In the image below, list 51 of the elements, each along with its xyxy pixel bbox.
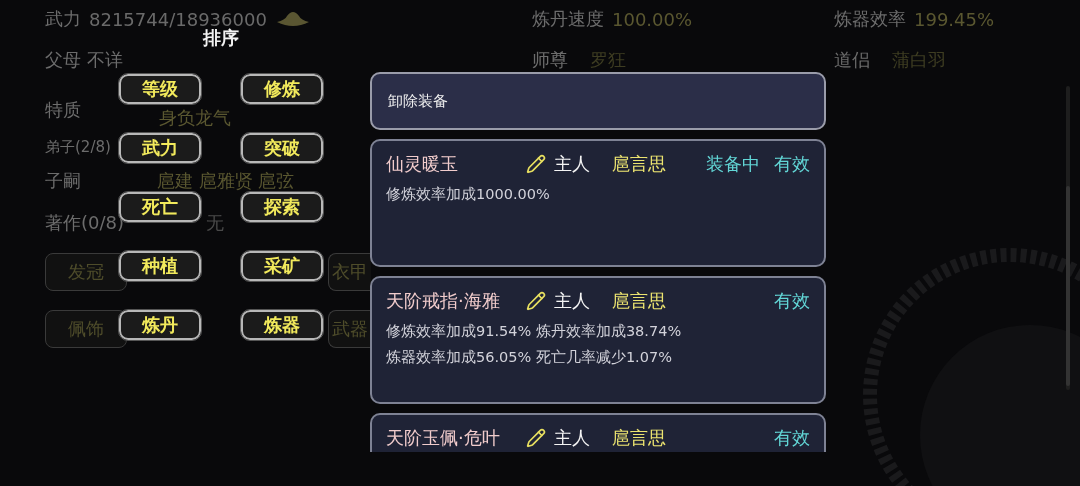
sort-button[interactable]: 探索 — [241, 192, 323, 222]
relation-label: 师尊 — [532, 48, 568, 72]
owner-label: 主人 — [554, 152, 591, 176]
equipment-card[interactable]: 天阶玉佩·危叶 主人 扈言思 有效 — [370, 413, 826, 452]
relation-label: 父母 — [45, 48, 81, 72]
equipment-card[interactable]: 天阶戒指·海雅 主人 扈言思 有效 修炼效率加成91.54% 炼丹效率加成38.74% 炼器效率加成56.05% 死亡几率减少1.07% — [370, 276, 826, 404]
effect-text: 炼器效率加成56.05% 死亡几率减少1.07% — [386, 348, 673, 367]
stat-label: 炼器效率 — [834, 7, 906, 31]
disciples-label: 弟子(2/8) — [45, 137, 111, 157]
sort-button[interactable]: 种植 — [119, 251, 201, 281]
pencil-icon[interactable] — [526, 428, 546, 448]
unequip-header[interactable]: 卸除装备 — [370, 72, 826, 130]
heirs-value: 扈建 扈雅贤 扈弦 — [157, 169, 295, 193]
scrollbar[interactable] — [1066, 86, 1070, 390]
item-name: 天阶戒指·海雅 — [386, 289, 501, 313]
relation-value: 不详 — [87, 48, 123, 72]
stat-value: 199.45% — [914, 8, 995, 30]
stat-value: 100.00% — [612, 8, 693, 30]
equipment-card[interactable]: 仙灵暖玉 主人 扈言思 装备中 有效 修炼效率加成1000.00% — [370, 139, 826, 267]
stat-value: 8215744/18936000 — [89, 8, 267, 30]
owner-label: 主人 — [554, 289, 591, 313]
sort-button[interactable]: 炼丹 — [119, 310, 201, 340]
owner-label: 主人 — [554, 426, 591, 450]
stat-label: 武力 — [45, 7, 81, 31]
owner-name: 扈言思 — [612, 289, 667, 313]
status-text: 有效 — [774, 152, 810, 176]
heirs-label: 子嗣 — [45, 169, 81, 193]
sort-button[interactable]: 突破 — [241, 133, 323, 163]
effect-text: 修炼效率加成1000.00% — [386, 185, 551, 204]
owner-name: 扈言思 — [612, 152, 667, 176]
header-text: 卸除装备 — [388, 91, 448, 111]
status-text: 有效 — [774, 426, 810, 450]
trait-label: 特质 — [45, 98, 81, 122]
trait-value: 身负龙气 — [159, 106, 231, 130]
relation-label: 道侣 — [834, 48, 870, 72]
sort-button[interactable]: 炼器 — [241, 310, 323, 340]
item-name: 仙灵暖玉 — [386, 152, 459, 176]
sort-title: 排序 — [203, 27, 239, 50]
equipped-label: 装备中 — [706, 152, 760, 176]
sort-button[interactable]: 修炼 — [241, 74, 323, 104]
owner-name: 扈言思 — [612, 426, 667, 450]
item-name: 天阶玉佩·危叶 — [386, 426, 501, 450]
pencil-icon[interactable] — [526, 154, 546, 174]
status-text: 有效 — [774, 289, 810, 313]
sort-button[interactable]: 等级 — [119, 74, 201, 104]
works-value: 无 — [206, 211, 224, 235]
stat-label: 炼丹速度 — [532, 7, 604, 31]
effect-text: 修炼效率加成91.54% 炼丹效率加成38.74% — [386, 322, 683, 341]
pencil-icon[interactable] — [526, 291, 546, 311]
sort-button[interactable]: 采矿 — [241, 251, 323, 281]
sort-button[interactable]: 武力 — [119, 133, 201, 163]
